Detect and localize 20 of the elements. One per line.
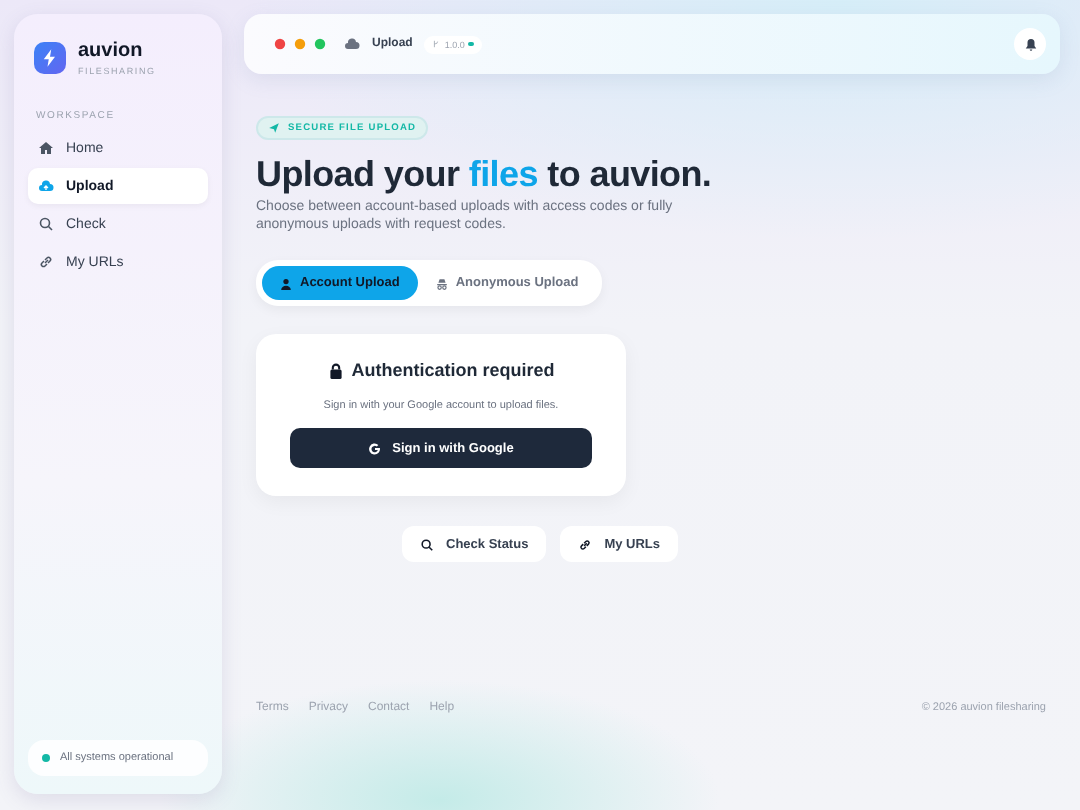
- cloud-upload-icon: [38, 178, 54, 194]
- home-icon: [38, 140, 54, 156]
- lock-icon: [327, 361, 344, 379]
- auth-title: Authentication required: [351, 360, 555, 380]
- search-icon: [420, 537, 434, 551]
- send-icon: [268, 122, 280, 134]
- incognito-icon: [435, 277, 448, 289]
- window-controls-icon: [274, 38, 326, 50]
- cloud-icon: [344, 36, 360, 52]
- bell-icon: [1023, 37, 1037, 51]
- bolt-logo-icon: [34, 42, 66, 74]
- page-heading: Upload your files to auvion.: [256, 154, 712, 194]
- search-icon: [38, 216, 54, 232]
- user-icon: [280, 277, 292, 289]
- link-icon: [38, 254, 54, 270]
- google-g-icon: [368, 441, 383, 455]
- brand-name: auvion: [78, 40, 145, 62]
- online-dot-icon: [468, 41, 474, 47]
- notification-button[interactable]: [1014, 28, 1046, 60]
- link-icon: [578, 537, 593, 551]
